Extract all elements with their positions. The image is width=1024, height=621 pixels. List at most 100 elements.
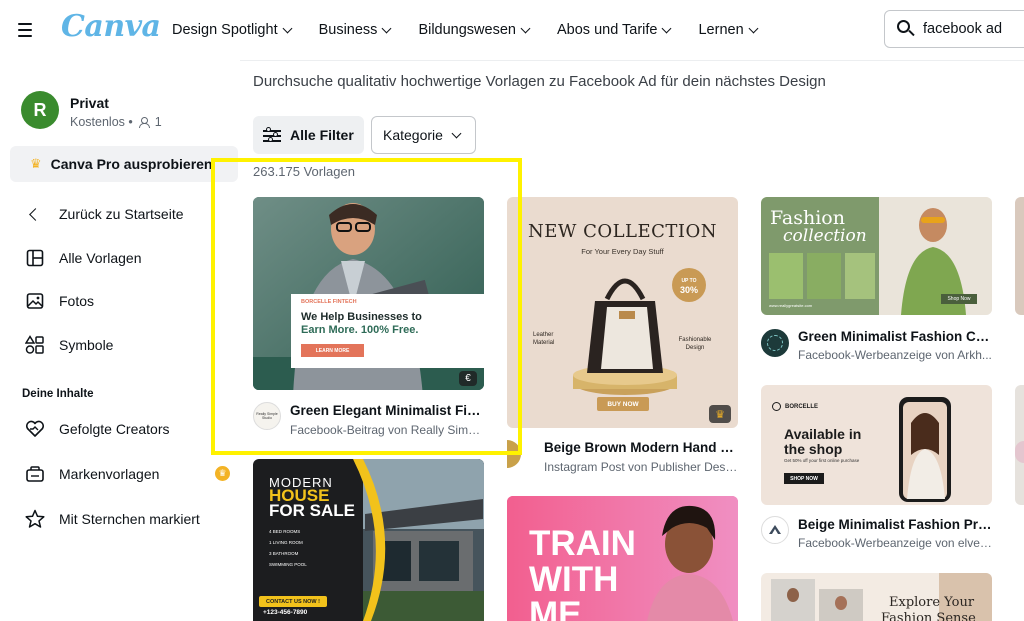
top-bar: Canva Design Spotlight Business Bildungs… [0, 0, 1024, 60]
template-thumbnail[interactable]: BORCELLE Available in the shop Get 50% o… [761, 385, 992, 505]
chevron-down-icon [662, 23, 672, 33]
star-icon [22, 509, 48, 529]
nav-bildungswesen[interactable]: Bildungswesen [418, 22, 531, 38]
sidebar-item-fotos[interactable]: Fotos [22, 292, 94, 310]
discount-value: 30% [679, 285, 698, 295]
creator-logo-text: Really Simple Studio [256, 412, 278, 420]
house-feature: 1 LIVING ROOM [269, 540, 303, 545]
template-thumbnail[interactable]: NEW COLLECTION For Your Every Day Stuff … [507, 197, 738, 428]
search-input[interactable] [923, 21, 1023, 37]
house-feature: 3 BATHROOM [269, 551, 299, 556]
brand-kit-icon [22, 465, 48, 483]
template-subtitle[interactable]: Facebook-Werbeanzeige von elver... [798, 536, 992, 550]
avatar[interactable]: R [21, 91, 59, 129]
nav-label: Business [318, 22, 378, 38]
house-feature-list: 4 BED ROOMS 1 LIVING ROOM 3 BATHROOM SWI… [269, 529, 359, 573]
template-subtitle[interactable]: Instagram Post von Publisher Desi... [544, 460, 738, 474]
fintech-cta: LEARN MORE [301, 344, 364, 357]
chevron-down-icon [381, 23, 392, 33]
chevron-down-icon [451, 128, 462, 138]
house-feature: SWIMMING POOL [269, 562, 307, 567]
buy-now-cta: BUY NOW [597, 397, 649, 411]
nav-design-spotlight[interactable]: Design Spotlight [172, 22, 293, 38]
template-thumbnail[interactable]: Fashion collection www.reallygreatsite.c… [761, 197, 992, 315]
template-title[interactable]: Beige Brown Modern Hand B... [544, 440, 738, 455]
page-description: Durchsuche qualitativ hochwertige Vorlag… [253, 73, 826, 90]
back-label: Zurück zu Startseite [59, 206, 184, 222]
chevron-down-icon [282, 23, 293, 33]
train-line-1: TRAIN [529, 524, 636, 563]
template-title[interactable]: Green Elegant Minimalist Fin... [290, 403, 484, 418]
creator-logo[interactable] [761, 329, 789, 357]
image-icon [22, 292, 48, 310]
fintech-headline-2: Earn More. 100% Free. [301, 324, 419, 336]
paid-badge-icon: € [459, 371, 477, 386]
search-icon[interactable] [897, 20, 915, 38]
fintech-ad-card: BORCELLE FINTECH We Help Businesses to E… [291, 294, 484, 368]
handbag-illustration [573, 268, 706, 395]
member-count: 1 [154, 115, 162, 129]
template-title[interactable]: Beige Minimalist Fashion Pro... [798, 517, 992, 532]
explore-line-2: Fashion Sense [881, 611, 976, 621]
template-thumbnail[interactable]: BORCELLE FINTECH We Help Businesses to E… [253, 197, 484, 390]
template-title[interactable]: Green Minimalist Fashion Co... [798, 329, 992, 344]
template-subtitle[interactable]: Facebook-Beitrag von Really Simpl... [290, 423, 484, 437]
house-feature: 4 BED ROOMS [269, 529, 301, 534]
crown-icon: ♛ [30, 156, 42, 171]
train-line-2: WITH [529, 560, 619, 599]
account-plan: Kostenlos • 1 [70, 115, 162, 129]
sidebar-item-alle-vorlagen[interactable]: Alle Vorlagen [22, 249, 142, 267]
creator-logo[interactable] [507, 440, 521, 468]
category-dropdown[interactable]: Kategorie [371, 116, 476, 154]
explore-line-1: Explore Your [889, 595, 975, 610]
shop-now-cta: Shop Now [941, 294, 977, 304]
heart-handshake-icon [22, 420, 48, 438]
chevron-down-icon [748, 23, 759, 33]
layout-icon [22, 249, 48, 267]
phone-model-photo [899, 397, 951, 502]
creator-logo[interactable]: Really Simple Studio [253, 402, 281, 430]
category-label: Kategorie [383, 127, 443, 143]
nav-business[interactable]: Business [318, 22, 392, 38]
partial-thumbnail[interactable] [1015, 197, 1024, 315]
all-filters-button[interactable]: Alle Filter [253, 116, 364, 154]
fashion-url: www.reallygreatsite.com [769, 303, 813, 308]
template-thumbnail[interactable]: TRAIN WITH ME [507, 496, 738, 621]
sidebar-item-label: Mit Sternchen markiert [59, 511, 200, 527]
search-box[interactable] [884, 10, 1024, 48]
nav-label: Abos und Tarife [556, 22, 658, 38]
house-phone: +123-456-7890 [263, 609, 308, 616]
filter-label: Alle Filter [290, 127, 354, 143]
sidebar-item-symbole[interactable]: Symbole [22, 335, 113, 355]
leather-label: Leather Material [533, 332, 555, 346]
sidebar-item-label: Gefolgte Creators [59, 421, 170, 437]
nav-label: Design Spotlight [172, 22, 278, 38]
template-subtitle[interactable]: Facebook-Werbeanzeige von Arkh... [798, 348, 992, 362]
pro-crown-icon: ♛ [215, 466, 230, 481]
sidebar-item-markenvorlagen[interactable]: Markenvorlagen [22, 465, 159, 483]
nav-lernen[interactable]: Lernen [698, 22, 759, 38]
partial-creator-logo[interactable] [1015, 441, 1024, 463]
canva-logo[interactable]: Canva [61, 9, 161, 44]
menu-icon[interactable] [18, 19, 40, 41]
section-label-deine-inhalte: Deine Inhalte [22, 388, 94, 400]
sliders-icon [263, 127, 281, 143]
template-thumbnail[interactable]: Explore Your Fashion Sense [761, 573, 992, 621]
chevron-down-icon [520, 23, 531, 33]
back-to-home[interactable]: Zurück zu Startseite [22, 206, 184, 222]
template-thumbnail[interactable]: MODERN HOUSE FOR SALE 4 BED ROOMS 1 LIVI… [253, 459, 484, 621]
plan-label: Kostenlos • [70, 115, 133, 129]
discount-label: UP TO [681, 278, 697, 284]
shapes-icon [22, 335, 48, 355]
creator-logo[interactable] [761, 516, 789, 544]
sidebar-item-label: Fotos [59, 293, 95, 309]
sidebar-item-gefolgte-creators[interactable]: Gefolgte Creators [22, 420, 170, 438]
train-line-3: ME [529, 595, 582, 621]
contact-cta: CONTACT US NOW ! [259, 596, 327, 607]
nav-abos-tarife[interactable]: Abos und Tarife [556, 22, 672, 38]
try-pro-button[interactable]: ♛ Canva Pro ausprobieren [10, 146, 238, 182]
sidebar-item-label: Symbole [59, 337, 114, 353]
fashionable-label: Fashionable Design [678, 337, 712, 351]
account-name[interactable]: Privat [70, 95, 109, 111]
sidebar-item-sternchen[interactable]: Mit Sternchen markiert [22, 509, 200, 529]
